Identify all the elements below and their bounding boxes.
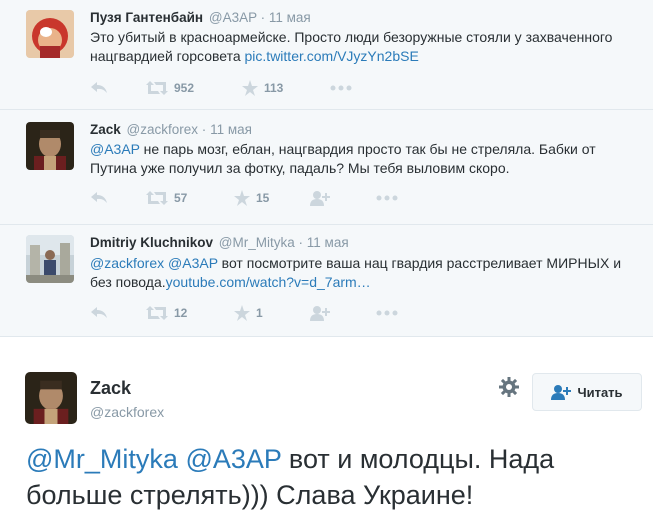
tweet-text-plain: не парь мозг, еблан, нацгвардия просто т… <box>90 141 596 176</box>
user-handle[interactable]: @A3AP <box>209 10 257 25</box>
tweet-header: Пузя Гантенбайн @A3AP · 11 мая <box>90 10 311 25</box>
tweet-item[interactable]: Zack @zackforex · 11 мая @A3AP не парь м… <box>0 110 653 225</box>
gear-icon <box>499 377 519 397</box>
follow-button[interactable]: Читать <box>532 373 642 411</box>
follow-icon <box>551 385 572 400</box>
avatar[interactable] <box>25 372 77 424</box>
follow-user-button[interactable] <box>310 188 330 208</box>
more-icon <box>330 85 352 91</box>
tweet-text: @A3AP не парь мозг, еблан, нацгвардия пр… <box>90 140 630 178</box>
retweet-count: 952 <box>174 81 195 95</box>
more-icon <box>376 310 398 316</box>
user-fullname[interactable]: Пузя Гантенбайн <box>90 10 203 25</box>
mention-link[interactable]: @zackforex <box>90 255 164 271</box>
follow-user-button[interactable] <box>310 303 330 323</box>
tweet-item[interactable]: Dmitriy Kluchnikov @Mr_Mityka · 11 мая @… <box>0 225 653 337</box>
user-fullname[interactable]: Zack <box>90 122 121 137</box>
favorite-count: 113 <box>264 81 284 95</box>
mention-link[interactable]: @Mr_Mityka <box>26 444 178 474</box>
retweet-button[interactable]: 12 <box>146 303 187 323</box>
mention-link[interactable]: @A3AP <box>90 141 140 157</box>
tweet-timestamp[interactable]: 11 мая <box>210 122 252 137</box>
reply-icon <box>91 82 107 93</box>
separator-dot: · <box>201 122 207 137</box>
follow-icon <box>310 306 330 321</box>
more-button[interactable] <box>330 78 352 98</box>
more-icon <box>376 195 398 201</box>
favorite-icon <box>234 190 250 206</box>
favorite-count: 15 <box>256 191 270 205</box>
reply-button[interactable] <box>90 188 108 208</box>
retweet-count: 12 <box>174 306 188 320</box>
separator-dot: · <box>260 10 266 25</box>
favorite-button[interactable]: 15 <box>234 188 269 208</box>
favorite-icon <box>234 305 250 321</box>
tweet-text: @zackforex @A3AP вот посмотрите ваша нац… <box>90 254 630 292</box>
separator-dot: · <box>298 235 304 250</box>
mention-link[interactable]: @A3AP <box>168 255 218 271</box>
avatar[interactable] <box>26 122 74 170</box>
user-handle[interactable]: @Mr_Mityka <box>219 235 295 250</box>
user-handle[interactable]: @zackforex <box>90 404 164 420</box>
retweet-icon <box>146 81 168 95</box>
tweet-timestamp[interactable]: 11 мая <box>269 10 311 25</box>
retweet-count: 57 <box>174 191 188 205</box>
favorite-icon <box>242 80 258 96</box>
favorite-count: 1 <box>256 306 263 320</box>
more-button[interactable] <box>376 303 398 323</box>
tweet-timestamp[interactable]: 11 мая <box>307 235 349 250</box>
tweet-header: Zack @zackforex · 11 мая <box>90 122 252 137</box>
more-button[interactable] <box>376 188 398 208</box>
user-fullname[interactable]: Zack <box>90 378 131 399</box>
video-link[interactable]: youtube.com/watch?v=d_7arm… <box>166 274 371 290</box>
reply-button[interactable] <box>90 78 108 98</box>
avatar[interactable] <box>26 235 74 283</box>
tweet-item[interactable]: Пузя Гантенбайн @A3AP · 11 мая Это убиты… <box>0 0 653 110</box>
follow-icon <box>310 191 330 206</box>
user-fullname[interactable]: Dmitriy Kluchnikov <box>90 235 213 250</box>
tweet-header: Dmitriy Kluchnikov @Mr_Mityka · 11 мая <box>90 235 349 250</box>
media-link[interactable]: pic.twitter.com/VJyzYn2bSE <box>245 48 419 64</box>
mention-link[interactable]: @A3AP <box>185 444 281 474</box>
reply-icon <box>91 307 107 318</box>
tweet-text: @Mr_Mityka @A3AP вот и молодцы. Нада бол… <box>26 441 641 513</box>
retweet-icon <box>146 191 168 205</box>
retweet-icon <box>146 306 168 320</box>
user-handle[interactable]: @zackforex <box>127 122 198 137</box>
reply-button[interactable] <box>90 303 108 323</box>
permalink-tweet: Zack @zackforex Читать @Mr_Mityka @A3AP … <box>0 338 653 527</box>
user-actions-button[interactable] <box>498 376 520 398</box>
tweet-text: Это убитый в красноармейске. Просто люди… <box>90 28 630 66</box>
retweet-button[interactable]: 57 <box>146 188 187 208</box>
favorite-button[interactable]: 1 <box>234 303 263 323</box>
follow-button-label: Читать <box>577 384 623 400</box>
reply-icon <box>91 192 107 203</box>
retweet-button[interactable]: 952 <box>146 78 194 98</box>
avatar[interactable] <box>26 10 74 58</box>
favorite-button[interactable]: 113 <box>242 78 283 98</box>
